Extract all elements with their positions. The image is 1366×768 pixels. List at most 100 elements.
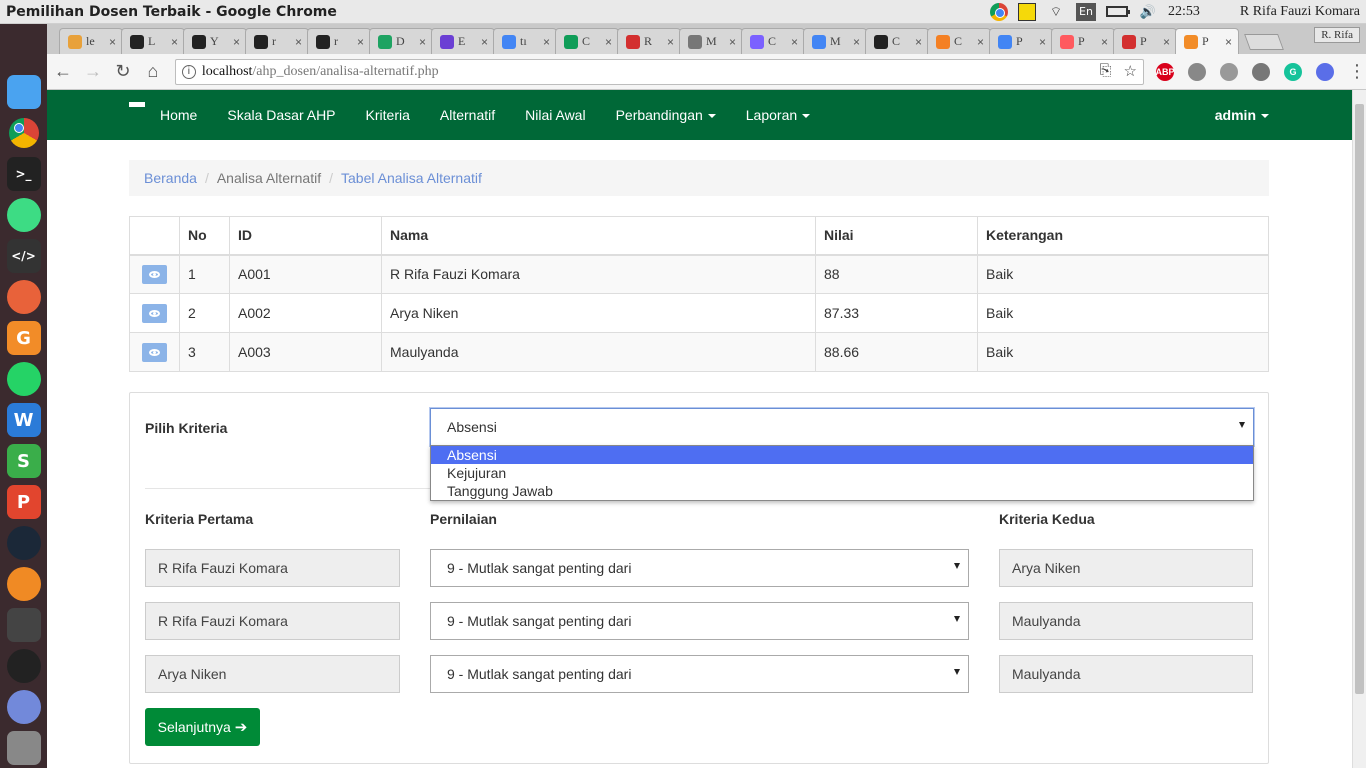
wps-spreadsheet-icon[interactable]: S: [6, 444, 41, 478]
nav-link[interactable]: Kriteria: [351, 90, 425, 140]
profile-button[interactable]: R. Rifa: [1314, 27, 1360, 43]
volume-icon[interactable]: 🔊: [1138, 3, 1158, 21]
tab-close-icon[interactable]: ×: [171, 35, 178, 49]
browser-tab[interactable]: L ×: [121, 28, 185, 54]
tab-close-icon[interactable]: ×: [853, 35, 860, 49]
battery-icon[interactable]: [1105, 6, 1130, 17]
browser-tab[interactable]: C ×: [555, 28, 619, 54]
chrome-indicator-icon[interactable]: [989, 2, 1008, 21]
breadcrumb-current[interactable]: Tabel Analisa Alternatif: [341, 170, 482, 186]
obs-icon[interactable]: [6, 649, 41, 683]
rating-select[interactable]: 9 - Mutlak sangat penting dari: [430, 655, 969, 693]
browser-tab[interactable]: P ×: [1175, 28, 1239, 54]
browser-tab[interactable]: E ×: [431, 28, 495, 54]
translate-icon[interactable]: ⎘: [1100, 62, 1112, 81]
browser-tab[interactable]: R ×: [617, 28, 681, 54]
back-icon[interactable]: ←: [49, 58, 77, 86]
notes-indicator-icon[interactable]: [1017, 2, 1036, 21]
tab-close-icon[interactable]: ×: [1039, 35, 1046, 49]
tab-close-icon[interactable]: ×: [729, 35, 736, 49]
wps-presentation-icon[interactable]: P: [6, 485, 41, 519]
android-studio-icon[interactable]: [6, 198, 41, 232]
tab-close-icon[interactable]: ×: [1101, 35, 1108, 49]
tab-close-icon[interactable]: ×: [481, 35, 488, 49]
tab-close-icon[interactable]: ×: [605, 35, 612, 49]
browser-tab[interactable]: D ×: [369, 28, 433, 54]
tab-close-icon[interactable]: ×: [667, 35, 674, 49]
wifi-icon[interactable]: ⌔: [1046, 3, 1066, 21]
browser-tab[interactable]: C ×: [865, 28, 929, 54]
next-button[interactable]: Selanjutnya ➔: [145, 708, 260, 746]
tab-close-icon[interactable]: ×: [791, 35, 798, 49]
tab-close-icon[interactable]: ×: [1163, 35, 1170, 49]
tab-close-icon[interactable]: ×: [1225, 35, 1232, 49]
info-icon[interactable]: i: [181, 64, 196, 79]
tab-close-icon[interactable]: ×: [915, 35, 922, 49]
scrollbar-thumb[interactable]: [1355, 104, 1364, 694]
second-criterion-field[interactable]: Maulyanda: [999, 602, 1253, 640]
browser-tab[interactable]: M ×: [803, 28, 867, 54]
wps-writer-icon[interactable]: W: [6, 403, 41, 437]
steam-icon[interactable]: [6, 526, 41, 560]
browser-tab[interactable]: r ×: [307, 28, 371, 54]
browser-tab[interactable]: r ×: [245, 28, 309, 54]
bookmark-star-icon[interactable]: ☆: [1124, 62, 1137, 81]
tab-close-icon[interactable]: ×: [295, 35, 302, 49]
sublime-text-icon[interactable]: </>: [6, 239, 41, 273]
discord-icon[interactable]: [6, 690, 41, 724]
extension-icon[interactable]: [1315, 62, 1334, 81]
tab-close-icon[interactable]: ×: [233, 35, 240, 49]
dropdown-option[interactable]: Absensi: [431, 446, 1253, 464]
address-bar[interactable]: i localhost/ahp_dosen/analisa-alternatif…: [174, 58, 1144, 85]
terminal-icon[interactable]: >_: [6, 157, 41, 191]
first-criterion-field[interactable]: R Rifa Fauzi Komara: [145, 549, 400, 587]
nav-user-menu[interactable]: admin: [1215, 90, 1269, 140]
apple-icon[interactable]: [1210, 3, 1230, 21]
chrome-icon[interactable]: [7, 116, 41, 150]
extension-icon[interactable]: [1251, 62, 1270, 81]
navbar-toggle-icon[interactable]: [129, 102, 145, 107]
nav-link[interactable]: Perbandingan: [601, 90, 731, 140]
session-user[interactable]: R Rifa Fauzi Komara: [1240, 4, 1360, 20]
browser-tab[interactable]: C ×: [927, 28, 991, 54]
breadcrumb-home[interactable]: Beranda: [144, 170, 197, 186]
whatsapp-icon[interactable]: [6, 362, 41, 396]
keyboard-layout-indicator[interactable]: En: [1075, 2, 1096, 21]
clock[interactable]: 22:53: [1168, 4, 1200, 20]
view-button[interactable]: [142, 303, 167, 323]
nav-link[interactable]: Skala Dasar AHP: [212, 90, 350, 140]
browser-tab[interactable]: M ×: [679, 28, 743, 54]
reload-icon[interactable]: ↻: [109, 58, 137, 86]
tab-close-icon[interactable]: ×: [543, 35, 550, 49]
kriteria-select[interactable]: Absensi: [430, 408, 1254, 446]
second-criterion-field[interactable]: Maulyanda: [999, 655, 1253, 693]
dropdown-option[interactable]: Tanggung Jawab: [431, 482, 1253, 500]
browser-tab[interactable]: P ×: [1051, 28, 1115, 54]
trash-icon[interactable]: [6, 731, 41, 765]
browser-tab[interactable]: P ×: [1113, 28, 1177, 54]
browser-tab[interactable]: C ×: [741, 28, 805, 54]
chrome-menu-icon[interactable]: ⋮: [1348, 61, 1366, 82]
rating-select[interactable]: 9 - Mutlak sangat penting dari: [430, 549, 969, 587]
tab-close-icon[interactable]: ×: [357, 35, 364, 49]
browser-tab[interactable]: le ×: [59, 28, 123, 54]
forward-icon[interactable]: →: [79, 58, 107, 86]
dropdown-option[interactable]: Kejujuran: [431, 464, 1253, 482]
vlc-icon[interactable]: [6, 567, 41, 601]
browser-tab[interactable]: P ×: [989, 28, 1053, 54]
pencil-icon[interactable]: [6, 280, 41, 314]
first-criterion-field[interactable]: R Rifa Fauzi Komara: [145, 602, 400, 640]
extension-icon[interactable]: ABP: [1155, 62, 1175, 81]
rating-select[interactable]: 9 - Mutlak sangat penting dari: [430, 602, 969, 640]
apple-launcher-icon[interactable]: [7, 34, 41, 68]
extension-icon[interactable]: [1219, 62, 1238, 81]
nav-link[interactable]: Laporan: [731, 90, 825, 140]
second-criterion-field[interactable]: Arya Niken: [999, 549, 1253, 587]
home-icon[interactable]: ⌂: [139, 58, 167, 86]
first-criterion-field[interactable]: Arya Niken: [145, 655, 400, 693]
tab-close-icon[interactable]: ×: [977, 35, 984, 49]
inkscape-icon[interactable]: [6, 608, 41, 642]
view-button[interactable]: [142, 264, 167, 284]
nav-link[interactable]: Nilai Awal: [510, 90, 600, 140]
browser-tab[interactable]: Y ×: [183, 28, 247, 54]
